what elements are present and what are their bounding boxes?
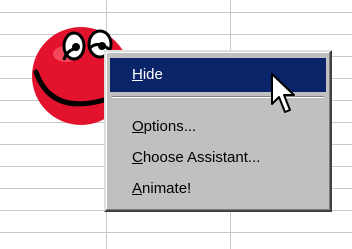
menu-item-animate[interactable]: Animate! xyxy=(110,172,326,206)
menu-item-label: ptions... xyxy=(143,118,197,135)
arrow-cursor-icon xyxy=(271,73,295,113)
menu-item-label: hoose Assistant... xyxy=(142,149,261,166)
accelerator-key: O xyxy=(132,118,144,135)
accelerator-key: C xyxy=(132,149,143,166)
menu-item-label: nimate! xyxy=(142,180,192,197)
menu-item-choose-assistant[interactable]: Choose Assistant... xyxy=(110,141,326,175)
accelerator-key: H xyxy=(132,66,143,83)
accelerator-key: A xyxy=(132,180,143,197)
menu-item-label: ide xyxy=(142,66,163,83)
